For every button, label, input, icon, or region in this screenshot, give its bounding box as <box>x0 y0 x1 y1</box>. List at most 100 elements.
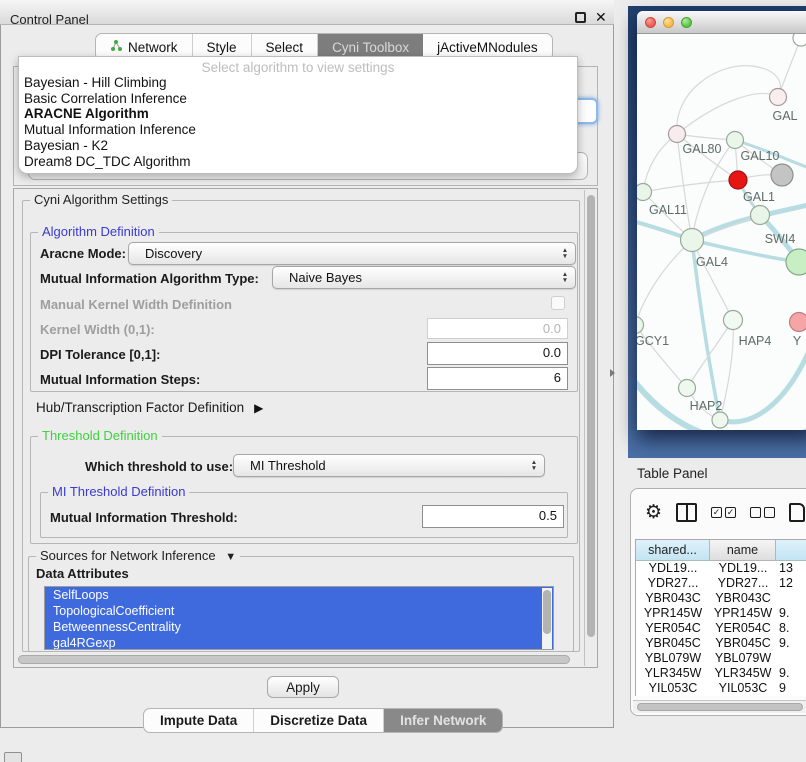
apply-button[interactable]: Apply <box>267 676 339 698</box>
dpi-tolerance-label: DPI Tolerance [0,1]: <box>40 347 160 362</box>
table-cell: YBR043C <box>710 591 776 606</box>
algorithm-option[interactable]: Bayesian - K2 <box>19 138 577 154</box>
aracne-mode-combo[interactable]: Discovery ▲▼ <box>128 242 576 265</box>
table-panel: ⚙ ✓ ✓ shared...name YDL19...YDL19...13YD… <box>630 488 806 716</box>
table-row[interactable]: YIL053CYIL053C9 <box>636 681 806 696</box>
gear-icon[interactable]: ⚙ <box>645 503 662 522</box>
mi-steps-field[interactable]: 6 <box>427 367 568 390</box>
scrollbar-thumb[interactable] <box>637 703 803 711</box>
manual-kernel-width-checkbox[interactable] <box>551 296 565 310</box>
sources-title-label: Sources for Network Inference <box>40 548 216 563</box>
control-panel-titlebar[interactable] <box>0 0 614 25</box>
network-node[interactable] <box>729 171 747 189</box>
document-icon[interactable] <box>789 503 805 522</box>
network-node[interactable] <box>751 206 770 225</box>
dpi-tolerance-field[interactable]: 0.0 <box>427 342 568 365</box>
tab-discretize-data[interactable]: Discretize Data <box>254 709 384 732</box>
algorithm-option[interactable]: Basic Correlation Inference <box>19 91 577 107</box>
data-attribute-item[interactable]: BetweennessCentrality <box>45 619 553 635</box>
network-window-titlebar[interactable] <box>637 11 806 34</box>
network-canvas[interactable]: GALGAL80GAL10GAL1GAL11SWI4GAL4GCY1HAP4YH… <box>637 34 806 430</box>
tab-label: Select <box>266 40 304 55</box>
split-columns-icon[interactable] <box>676 503 697 522</box>
scrollbar-thumb[interactable] <box>543 590 551 634</box>
mi-algorithm-type-combo[interactable]: Naive Bayes ▲▼ <box>272 266 576 289</box>
hub-definition-toggle[interactable]: Hub/Transcription Factor Definition▶ <box>36 400 263 415</box>
network-edge[interactable] <box>687 320 733 388</box>
network-node[interactable] <box>786 249 806 275</box>
network-node[interactable] <box>712 412 728 428</box>
algorithm-dropdown-placeholder: Select algorithm to view settings <box>19 57 577 75</box>
network-node[interactable] <box>637 184 652 201</box>
corner-button[interactable] <box>4 752 22 762</box>
settings-vertical-scrollbar[interactable] <box>584 190 597 666</box>
network-node[interactable] <box>771 164 793 186</box>
unchecked-box-icon <box>750 507 761 518</box>
data-attribute-item[interactable]: TopologicalCoefficient <box>45 603 553 619</box>
table-cell: YDR27... <box>636 576 710 591</box>
table-cell: YIL053C <box>636 681 710 696</box>
network-node[interactable] <box>790 313 806 332</box>
network-edge[interactable] <box>637 240 692 325</box>
table-row[interactable]: YPR145WYPR145W9. <box>636 606 806 621</box>
column-header[interactable]: shared... <box>636 540 710 561</box>
network-node[interactable] <box>793 34 806 46</box>
column-header[interactable] <box>776 540 806 561</box>
list-vertical-scrollbar[interactable] <box>542 588 552 650</box>
network-edge[interactable] <box>643 134 677 192</box>
algorithm-option[interactable]: Dream8 DC_TDC Algorithm <box>19 154 577 170</box>
deselect-all-columns-button[interactable] <box>750 507 775 518</box>
threshold-definition-title: Threshold Definition <box>38 428 162 443</box>
sources-title[interactable]: Sources for Network Inference ▼ <box>36 548 240 563</box>
table-cell <box>776 591 806 606</box>
scrollbar-thumb[interactable] <box>18 655 570 664</box>
network-node-label: GAL1 <box>743 190 775 204</box>
table-row[interactable]: YER054CYER054C8. <box>636 621 806 636</box>
network-node[interactable] <box>727 132 744 149</box>
table-cell: YDL19... <box>710 561 776 576</box>
mi-algorithm-type-value: Naive Bayes <box>273 270 555 285</box>
algorithm-option[interactable]: ARACNE Algorithm <box>19 106 577 122</box>
algorithm-option[interactable]: Mutual Information Inference <box>19 122 577 138</box>
scrollbar-thumb[interactable] <box>587 195 595 637</box>
settings-horizontal-scrollbar[interactable] <box>15 653 582 666</box>
table-row[interactable]: YBR043CYBR043C <box>636 591 806 606</box>
tab-infer-network[interactable]: Infer Network <box>384 709 502 732</box>
table-row[interactable]: YDR27...YDR27...12 <box>636 576 806 591</box>
minimize-traffic-light-icon[interactable] <box>663 17 674 28</box>
table-horizontal-scrollbar[interactable] <box>633 700 806 713</box>
table-row[interactable]: YLR345WYLR345W9. <box>636 666 806 681</box>
table-row[interactable]: YDL19...YDL19...13 <box>636 561 806 576</box>
table-row[interactable]: YBR045CYBR045C9. <box>636 636 806 651</box>
network-node[interactable] <box>724 311 743 330</box>
network-node[interactable] <box>679 380 696 397</box>
table-cell: YPR145W <box>710 606 776 621</box>
panel-collapse-handle[interactable] <box>610 369 615 377</box>
float-window-icon[interactable] <box>575 12 586 23</box>
kernel-width-field[interactable]: 0.0 <box>427 318 568 339</box>
network-edge[interactable] <box>778 39 801 97</box>
tab-impute-data[interactable]: Impute Data <box>144 709 254 732</box>
network-node[interactable] <box>669 126 686 143</box>
network-edge[interactable] <box>720 344 806 422</box>
network-node[interactable] <box>681 229 704 252</box>
network-view-window[interactable]: GALGAL80GAL10GAL1GAL11SWI4GAL4GCY1HAP4YH… <box>637 11 806 430</box>
table-row[interactable]: YBL079WYBL079W <box>636 651 806 666</box>
data-attribute-item[interactable]: gal4RGexp <box>45 635 553 650</box>
zoom-traffic-light-icon[interactable] <box>681 17 692 28</box>
which-threshold-combo[interactable]: MI Threshold ▲▼ <box>233 454 545 477</box>
network-edge[interactable] <box>677 94 778 134</box>
mi-threshold-field[interactable]: 0.5 <box>422 505 564 528</box>
network-edge[interactable] <box>677 66 781 134</box>
close-traffic-light-icon[interactable] <box>645 17 656 28</box>
aracne-mode-value: Discovery <box>129 246 555 261</box>
algorithm-options-list: Bayesian - Hill ClimbingBasic Correlatio… <box>19 75 577 169</box>
data-attribute-item[interactable]: SelfLoops <box>45 587 553 603</box>
network-edge[interactable] <box>643 180 738 192</box>
select-all-columns-button[interactable]: ✓ ✓ <box>711 507 736 518</box>
close-icon[interactable]: ✕ <box>595 9 607 26</box>
network-node[interactable] <box>770 89 787 106</box>
network-node[interactable] <box>637 317 644 334</box>
column-header[interactable]: name <box>710 540 776 561</box>
algorithm-option[interactable]: Bayesian - Hill Climbing <box>19 75 577 91</box>
